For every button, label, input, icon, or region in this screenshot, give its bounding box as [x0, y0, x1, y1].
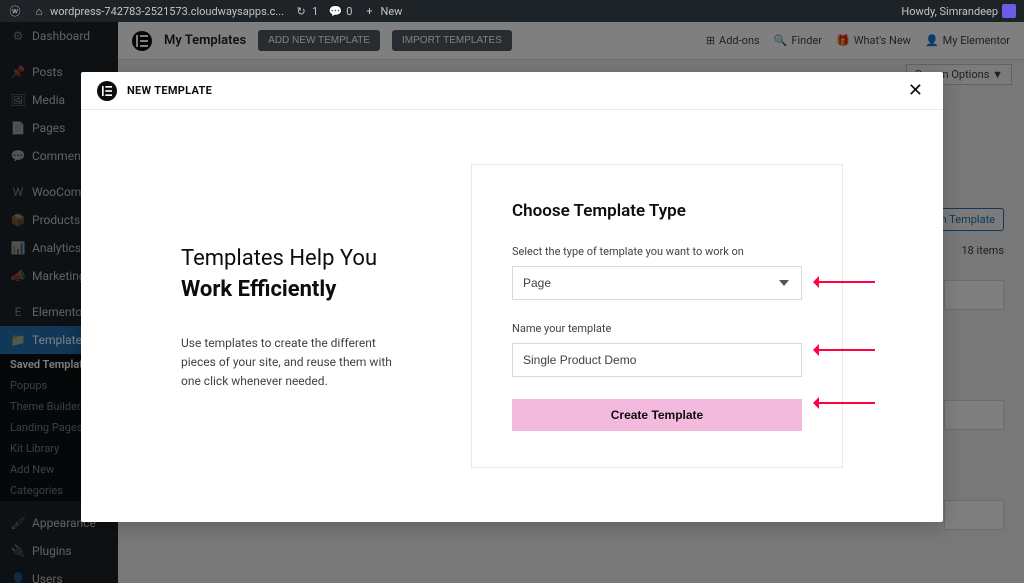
comments-count[interactable]: 💬0 — [328, 4, 352, 18]
user-avatar-icon — [1002, 4, 1016, 18]
modal-header: NEW TEMPLATE ✕ — [81, 72, 943, 110]
wp-admin-bar: ⓦ ⌂wordpress-742783-2521573.cloudwaysapp… — [0, 0, 1024, 22]
modal-right-panel: Choose Template Type Select the type of … — [471, 164, 943, 468]
annotation-arrow-1 — [815, 281, 875, 283]
modal-title: NEW TEMPLATE — [127, 84, 212, 97]
form-title: Choose Template Type — [512, 201, 802, 221]
template-form: Choose Template Type Select the type of … — [471, 164, 843, 468]
updates[interactable]: ↻1 — [294, 4, 318, 18]
template-name-input[interactable] — [512, 343, 802, 377]
modal-overlay: NEW TEMPLATE ✕ Templates Help You Work E… — [0, 22, 1024, 583]
annotation-arrow-3 — [815, 402, 875, 404]
modal-description: Use templates to create the different pi… — [181, 334, 411, 392]
new-template-modal: NEW TEMPLATE ✕ Templates Help You Work E… — [81, 72, 943, 522]
site-home[interactable]: ⌂wordpress-742783-2521573.cloudwaysapps.… — [32, 4, 284, 18]
modal-body: Templates Help You Work Efficiently Use … — [81, 110, 943, 522]
name-label: Name your template — [512, 322, 802, 335]
select-label: Select the type of template you want to … — [512, 245, 802, 258]
annotation-arrow-2 — [815, 349, 875, 351]
elementor-logo-icon — [97, 81, 117, 101]
template-type-select[interactable]: Page — [512, 266, 802, 300]
close-icon[interactable]: ✕ — [904, 76, 927, 105]
wp-logo[interactable]: ⓦ — [8, 4, 22, 18]
new-content[interactable]: +New — [362, 4, 402, 18]
site-url: wordpress-742783-2521573.cloudwaysapps.c… — [50, 5, 284, 18]
create-template-button[interactable]: Create Template — [512, 399, 802, 431]
modal-left-panel: Templates Help You Work Efficiently Use … — [81, 164, 471, 468]
user-greeting[interactable]: Howdy, Simrandeep — [901, 4, 1016, 18]
modal-heading: Templates Help You Work Efficiently — [181, 244, 431, 306]
